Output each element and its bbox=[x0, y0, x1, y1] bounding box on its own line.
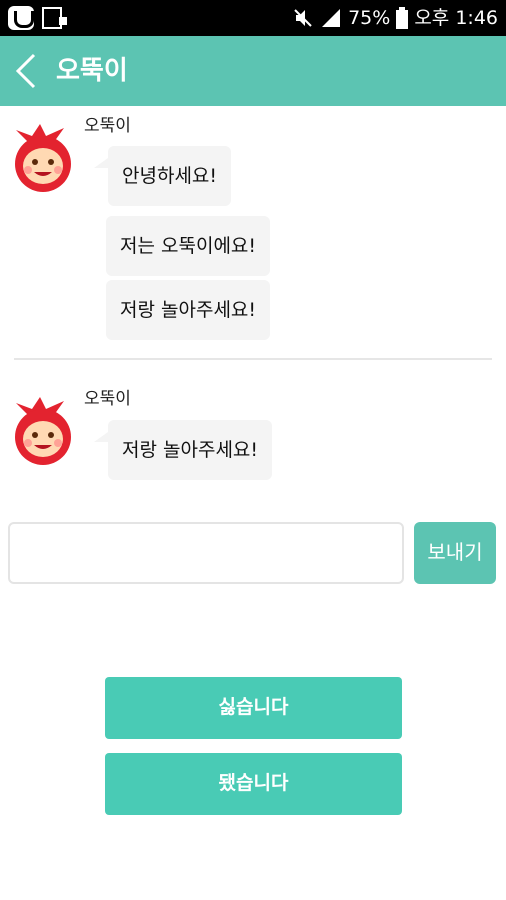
signal-icon bbox=[322, 9, 341, 27]
decline-button[interactable]: 싫습니다 bbox=[105, 677, 402, 739]
message-bubble: 저랑 놀아주세요! bbox=[108, 420, 273, 480]
app-icon bbox=[8, 6, 34, 30]
bubble-tail bbox=[94, 432, 108, 442]
send-button[interactable]: 보내기 bbox=[414, 522, 496, 584]
battery-icon bbox=[396, 7, 409, 29]
bubble-tail bbox=[94, 158, 108, 168]
mute-icon bbox=[294, 9, 312, 27]
message-bubble: 안녕하세요! bbox=[108, 146, 232, 206]
screen-mirror-icon bbox=[42, 7, 67, 29]
app-bar: 오뚝이 bbox=[0, 36, 506, 106]
avatar bbox=[15, 397, 71, 465]
message-bubble: 저는 오뚝이에요! bbox=[106, 216, 271, 276]
sender-name: 오뚝이 bbox=[84, 389, 131, 409]
divider bbox=[14, 358, 492, 360]
chevron-left-icon[interactable] bbox=[12, 52, 42, 90]
message-bubble: 저랑 놀아주세요! bbox=[106, 280, 271, 340]
message-input[interactable] bbox=[8, 522, 404, 584]
sender-name: 오뚝이 bbox=[84, 116, 131, 136]
page-title: 오뚝이 bbox=[56, 56, 128, 86]
status-bar: 75% 오후 1:46 bbox=[0, 0, 506, 36]
accept-button[interactable]: 됐습니다 bbox=[105, 753, 402, 815]
clock: 오후 1:46 bbox=[414, 7, 498, 29]
avatar bbox=[15, 124, 71, 192]
battery-percent: 75% bbox=[348, 7, 391, 29]
